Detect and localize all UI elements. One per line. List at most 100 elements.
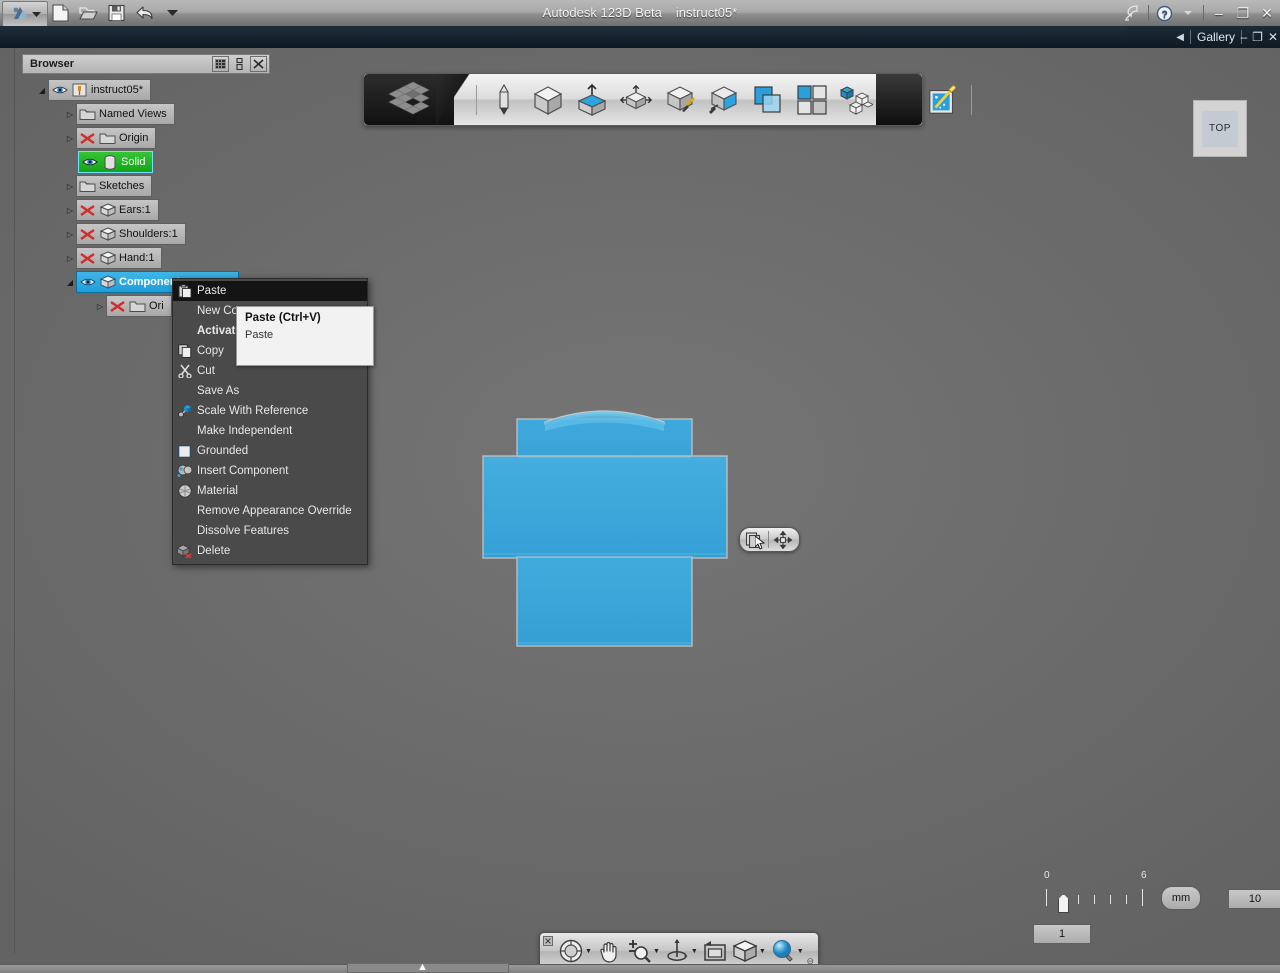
- twisty-collapsed-icon[interactable]: ▷: [64, 132, 76, 144]
- satellite-dish-icon[interactable]: [1124, 4, 1142, 22]
- panel-dock-icon[interactable]: [232, 57, 247, 71]
- menu-item-grounded[interactable]: Grounded: [173, 441, 367, 461]
- chevron-down-icon[interactable]: ▼: [797, 948, 804, 955]
- twisty-collapsed-icon[interactable]: ▷: [94, 300, 106, 312]
- tree-node-component-origin[interactable]: Ori: [106, 295, 172, 317]
- window-restore-button[interactable]: ❐: [1234, 4, 1252, 22]
- status-bar-expand-icon[interactable]: ▲: [417, 961, 428, 973]
- gallery-restore-button[interactable]: ❐: [1252, 30, 1263, 44]
- orbit-button[interactable]: ▼: [662, 934, 700, 968]
- save-document-icon[interactable]: [106, 3, 126, 23]
- tree-row-solid[interactable]: Solid: [22, 150, 270, 174]
- tree-node-origin[interactable]: Origin: [76, 127, 157, 149]
- tree-node-hand[interactable]: Hand:1: [76, 247, 163, 269]
- filter-icon[interactable]: [212, 56, 229, 72]
- hidden-x-icon[interactable]: [79, 227, 96, 242]
- twisty-expanded-icon[interactable]: ◢: [64, 276, 76, 288]
- sketch-pencil-icon[interactable]: [487, 83, 521, 117]
- tree-node-sketches[interactable]: Sketches: [76, 175, 153, 197]
- grid-size-input[interactable]: 10: [1228, 889, 1280, 909]
- twisty-collapsed-icon[interactable]: ▷: [64, 180, 76, 192]
- menu-item-save-as[interactable]: Save As: [173, 381, 367, 401]
- zoom-button[interactable]: ▼: [624, 934, 662, 968]
- visibility-eye-icon[interactable]: [79, 275, 96, 290]
- application-menu-button[interactable]: [2, 1, 48, 27]
- undo-icon[interactable]: [134, 3, 154, 23]
- scale-tick: [1142, 889, 1143, 906]
- twisty-collapsed-icon[interactable]: ▷: [64, 252, 76, 264]
- pattern-sketch-icon[interactable]: [663, 83, 697, 117]
- menu-item-delete[interactable]: Delete: [173, 541, 367, 561]
- twisty-collapsed-icon[interactable]: ▷: [64, 228, 76, 240]
- tree-row-sketches[interactable]: ▷ Sketches: [22, 174, 270, 198]
- copy-object-icon[interactable]: [740, 529, 768, 550]
- view-cube-button[interactable]: ▼: [730, 934, 768, 968]
- tree-node-ears[interactable]: Ears:1: [76, 199, 159, 221]
- chevron-down-icon[interactable]: ▼: [759, 948, 766, 955]
- menu-item-make-independent[interactable]: Make Independent: [173, 421, 367, 441]
- panel-close-icon[interactable]: [250, 56, 267, 72]
- new-document-icon[interactable]: [50, 3, 70, 23]
- look-at-button[interactable]: [700, 934, 730, 968]
- hidden-x-icon[interactable]: [79, 203, 96, 218]
- assembly-blocks-icon[interactable]: [839, 83, 873, 117]
- combine-shapes-icon[interactable]: [751, 83, 785, 117]
- modify-arrows-icon[interactable]: [619, 83, 653, 117]
- chevron-down-icon[interactable]: ▼: [691, 948, 698, 955]
- tree-row-named-views[interactable]: ▷ Named Views: [22, 102, 270, 126]
- move-gizmo-icon[interactable]: [769, 529, 797, 550]
- grouping-icon[interactable]: [707, 83, 741, 117]
- tree-node-shoulders[interactable]: Shoulders:1: [76, 223, 186, 245]
- view-cube-widget[interactable]: TOP: [1193, 100, 1247, 157]
- delete-cube-icon: [177, 544, 192, 559]
- tree-row-ears[interactable]: ▷ Ears:1: [22, 198, 270, 222]
- ribbon-logo-block[interactable]: [364, 74, 470, 125]
- tree-row-shoulders[interactable]: ▷ Shoulders:1: [22, 222, 270, 246]
- gallery-collapse-arrow-icon[interactable]: ◀: [1176, 32, 1184, 43]
- chevron-down-icon[interactable]: ▼: [585, 948, 592, 955]
- checkbox-empty-icon[interactable]: [177, 444, 192, 459]
- menu-item-paste[interactable]: Paste: [173, 281, 367, 301]
- window-minimize-button[interactable]: –: [1210, 4, 1228, 22]
- tree-row-instruct05[interactable]: ◢ instruct05*: [22, 78, 270, 102]
- scale-unit-button[interactable]: mm: [1161, 886, 1201, 910]
- tree-node-solid[interactable]: Solid: [78, 151, 154, 173]
- hidden-x-icon[interactable]: [79, 251, 96, 266]
- extrude-icon[interactable]: [575, 83, 609, 117]
- pan-hand-button[interactable]: [594, 934, 624, 968]
- help-question-icon[interactable]: ?: [1155, 4, 1173, 22]
- grid-panels-icon[interactable]: [795, 83, 829, 117]
- menu-item-remove-appearance-override[interactable]: Remove Appearance Override: [173, 501, 367, 521]
- menu-item-label: Insert Component: [197, 465, 289, 477]
- menu-item-material[interactable]: Material: [173, 481, 367, 501]
- chevron-down-icon[interactable]: ▼: [653, 948, 660, 955]
- gallery-close-button[interactable]: ✕: [1268, 30, 1278, 44]
- help-caret-icon[interactable]: [1179, 4, 1197, 22]
- smart-wand-icon[interactable]: [927, 83, 961, 117]
- visibility-eye-icon[interactable]: [81, 155, 98, 170]
- menu-item-scale-with-reference[interactable]: Scale With Reference: [173, 401, 367, 421]
- hidden-x-icon[interactable]: [109, 299, 126, 314]
- menu-item-insert-component[interactable]: Insert Component: [173, 461, 367, 481]
- twisty-collapsed-icon[interactable]: ▷: [64, 108, 76, 120]
- tree-node-instruct05[interactable]: instruct05*: [48, 79, 151, 101]
- zoom-window-button[interactable]: ▼: [768, 934, 806, 968]
- gallery-control-group[interactable]: ◀ Gallery: [1176, 26, 1242, 48]
- scale-value-input[interactable]: 1: [1033, 924, 1091, 944]
- tree-row-hand[interactable]: ▷ Hand:1: [22, 246, 270, 270]
- view-cube-face-label[interactable]: TOP: [1202, 110, 1238, 147]
- primitives-cube-icon[interactable]: [531, 83, 565, 117]
- gallery-label[interactable]: Gallery: [1197, 30, 1235, 44]
- tree-row-origin[interactable]: ▷ Origin: [22, 126, 270, 150]
- visibility-eye-icon[interactable]: [51, 83, 68, 98]
- hidden-x-icon[interactable]: [79, 131, 96, 146]
- tree-node-named-views[interactable]: Named Views: [76, 103, 175, 125]
- twisty-collapsed-icon[interactable]: ▷: [64, 204, 76, 216]
- window-close-button[interactable]: ✕: [1258, 4, 1276, 22]
- menu-item-dissolve-features[interactable]: Dissolve Features: [173, 521, 367, 541]
- customize-caret-icon[interactable]: [162, 3, 182, 23]
- steering-wheel-button[interactable]: ▼: [556, 934, 594, 968]
- twisty-expanded-icon[interactable]: ◢: [36, 84, 48, 96]
- gallery-minimize-button[interactable]: –: [1240, 30, 1247, 44]
- open-document-icon[interactable]: [78, 3, 98, 23]
